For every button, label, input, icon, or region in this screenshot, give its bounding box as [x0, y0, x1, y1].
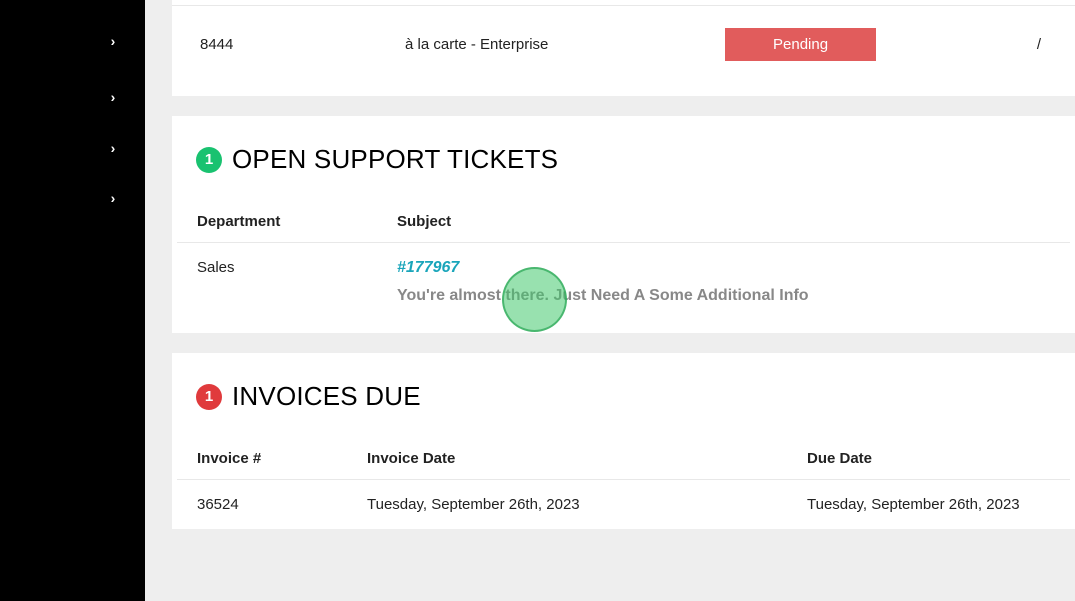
sidebar-nav-item-2[interactable]: ›: [107, 91, 119, 103]
order-id: 8444: [200, 36, 405, 53]
th-invoice-number: Invoice #: [197, 450, 367, 467]
ticket-number-link[interactable]: #177967: [397, 259, 1050, 277]
order-action[interactable]: /: [1037, 36, 1053, 53]
order-status-cell: Pending: [725, 28, 1005, 61]
main-content: 8444 à la carte - Enterprise Pending / 1…: [145, 0, 1075, 601]
sidebar-nav-item-1[interactable]: ›: [107, 35, 119, 47]
th-subject: Subject: [397, 213, 1050, 230]
sidebar: › › › ›: [0, 0, 145, 601]
tickets-panel: 1 OPEN SUPPORT TICKETS Department Subjec…: [172, 116, 1075, 333]
sidebar-nav-item-3[interactable]: ›: [107, 142, 119, 154]
chevron-right-icon: ›: [111, 140, 116, 156]
invoices-count-badge: 1: [196, 384, 222, 410]
tickets-title: OPEN SUPPORT TICKETS: [232, 144, 558, 175]
order-row[interactable]: 8444 à la carte - Enterprise Pending /: [172, 5, 1075, 96]
invoices-table-header: Invoice # Invoice Date Due Date: [177, 436, 1070, 480]
th-department: Department: [197, 213, 397, 230]
tickets-count-badge: 1: [196, 147, 222, 173]
invoice-row[interactable]: 36524 Tuesday, September 26th, 2023 Tues…: [177, 480, 1070, 529]
invoice-date: Tuesday, September 26th, 2023: [367, 496, 807, 513]
order-name: à la carte - Enterprise: [405, 36, 725, 53]
th-invoice-date: Invoice Date: [367, 450, 807, 467]
chevron-right-icon: ›: [111, 89, 116, 105]
tickets-header: 1 OPEN SUPPORT TICKETS: [172, 116, 1075, 199]
tickets-table-header: Department Subject: [177, 199, 1070, 243]
status-badge-pending: Pending: [725, 28, 876, 61]
chevron-right-icon: ›: [111, 190, 116, 206]
chevron-right-icon: ›: [111, 33, 116, 49]
ticket-row[interactable]: Sales #177967 You're almost there. Just …: [177, 243, 1070, 333]
ticket-department: Sales: [197, 259, 397, 305]
invoice-due-date: Tuesday, September 26th, 2023: [807, 496, 1050, 513]
ticket-description: You're almost there. Just Need A Some Ad…: [397, 287, 1050, 305]
sidebar-nav-item-4[interactable]: ›: [107, 192, 119, 204]
invoices-panel: 1 INVOICES DUE Invoice # Invoice Date Du…: [172, 353, 1075, 529]
ticket-subject-cell: #177967 You're almost there. Just Need A…: [397, 259, 1050, 305]
invoices-title: INVOICES DUE: [232, 381, 421, 412]
invoice-number: 36524: [197, 496, 367, 513]
th-due-date: Due Date: [807, 450, 1050, 467]
orders-panel: 8444 à la carte - Enterprise Pending /: [172, 0, 1075, 96]
invoices-header: 1 INVOICES DUE: [172, 353, 1075, 436]
